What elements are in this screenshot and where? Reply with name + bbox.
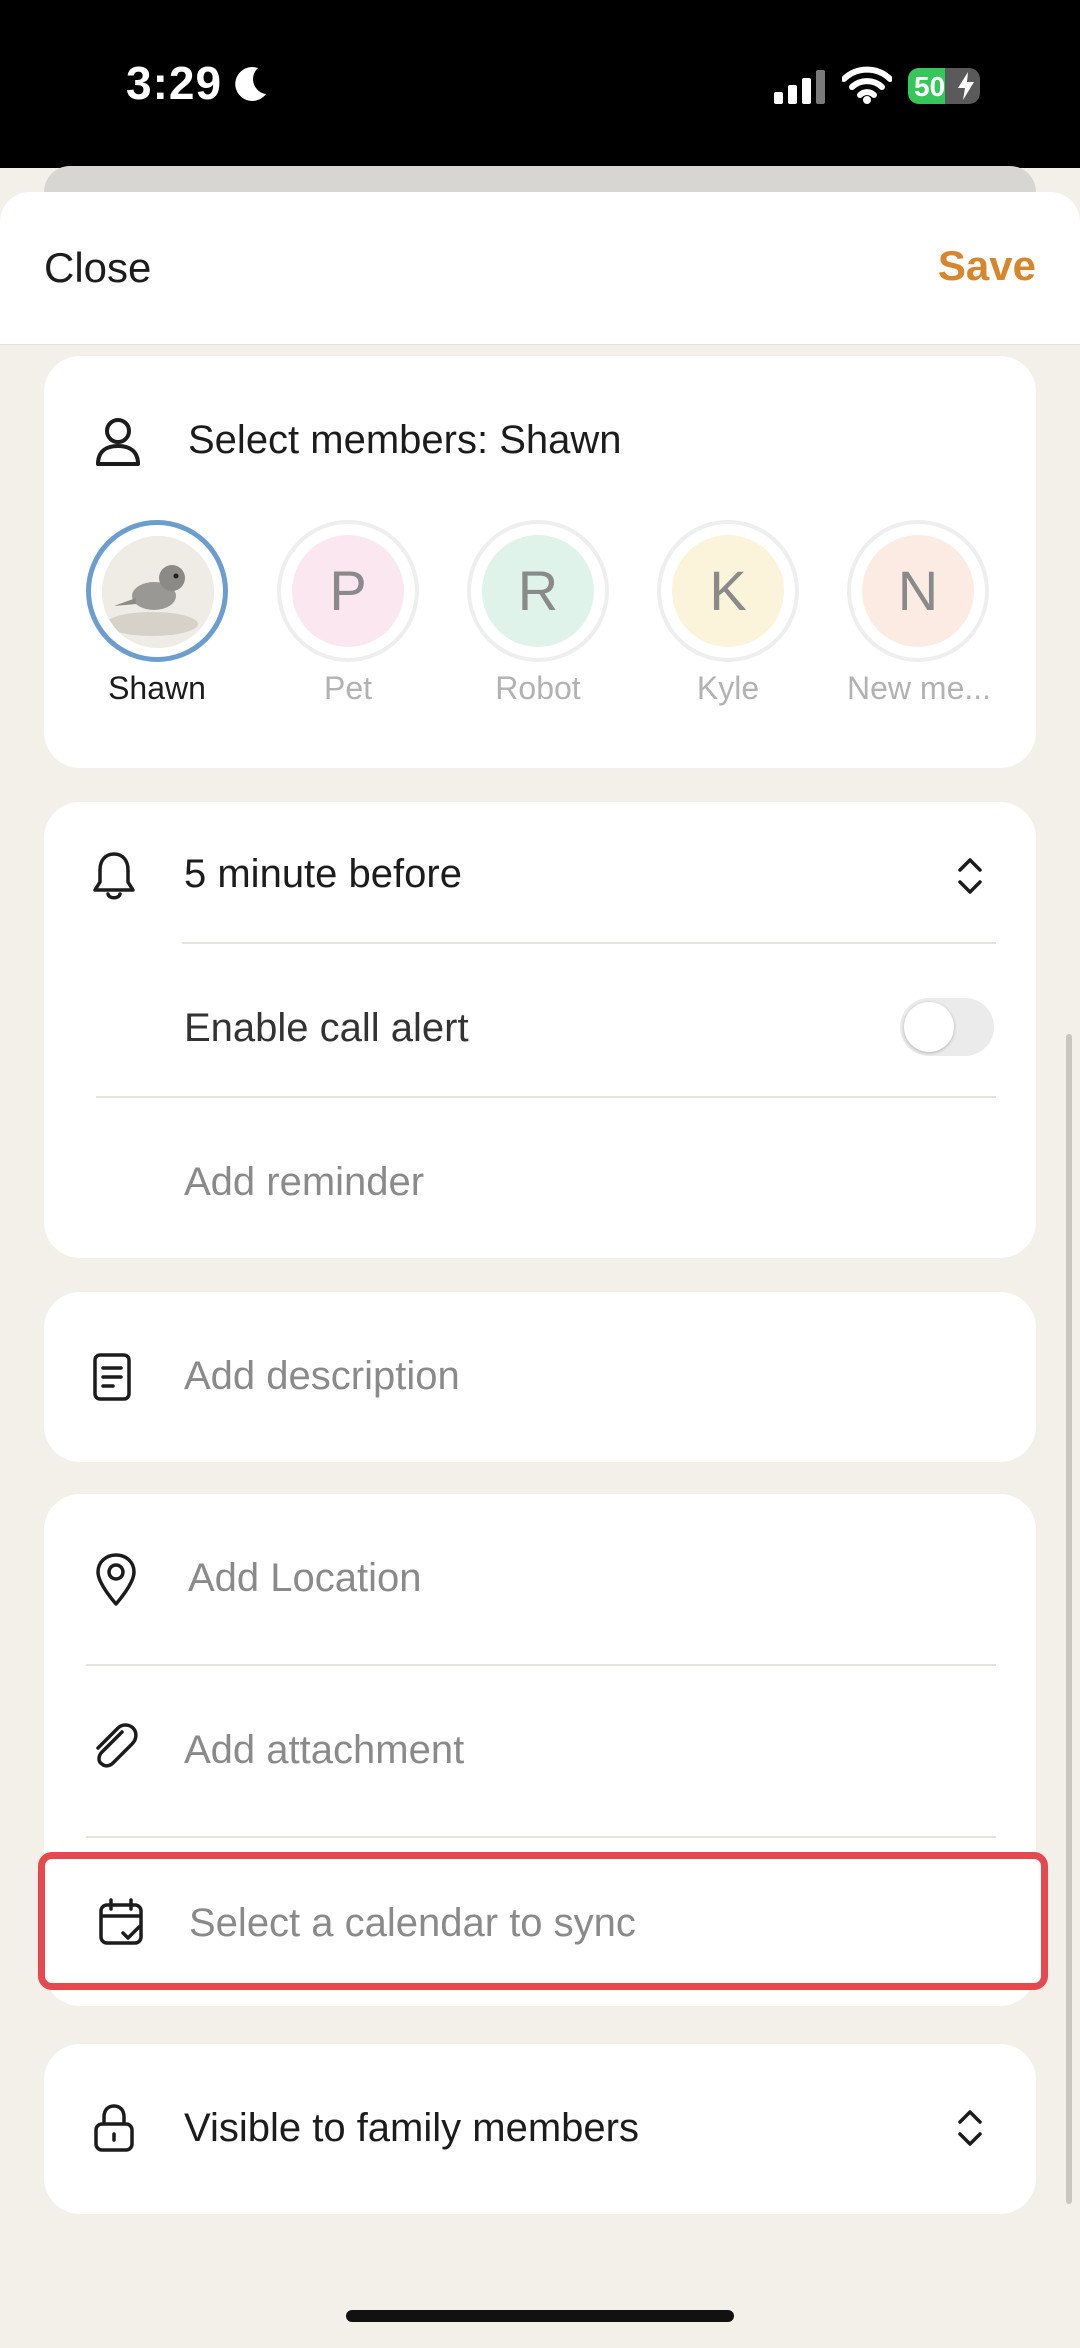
avatar [102, 536, 214, 648]
document-icon [93, 1353, 131, 1401]
location-pin-icon [96, 1553, 136, 1606]
close-button[interactable]: Close [44, 244, 151, 292]
attachment-button[interactable]: Add attachment [184, 1728, 464, 1773]
members-label[interactable]: Select members: Shawn [188, 418, 622, 463]
call-alert-label: Enable call alert [184, 1006, 469, 1050]
divider [86, 1664, 996, 1666]
member-kyle[interactable]: K Kyle [657, 520, 799, 707]
member-pet[interactable]: P Pet [277, 520, 419, 707]
visibility-value[interactable]: Visible to family members [184, 2106, 639, 2151]
calendar-check-icon [99, 1898, 143, 1945]
divider [96, 1096, 996, 1098]
lock-icon [94, 2104, 134, 2152]
battery-level: 50 [914, 71, 946, 102]
bell-icon [93, 852, 135, 900]
cellular-signal-icon [774, 70, 825, 104]
chevron-up-down-icon[interactable] [956, 2106, 984, 2150]
status-time: 3:29 [126, 57, 223, 109]
paperclip-icon [96, 1723, 138, 1768]
description-card: Add description [44, 1292, 1036, 1462]
add-reminder-button[interactable]: Add reminder [184, 1160, 424, 1205]
calendar-sync-row[interactable]: Select a calendar to sync [38, 1852, 1048, 1990]
member-robot[interactable]: R Robot [467, 520, 609, 707]
call-alert-toggle[interactable] [900, 998, 994, 1056]
moon-icon [235, 66, 266, 101]
person-icon [96, 418, 140, 466]
visibility-card: Visible to family members [44, 2044, 1036, 2214]
avatar-initial: R [482, 535, 594, 647]
members-card: Select members: Shawn Shawn P Pet R Robo… [44, 356, 1036, 768]
avatar-illustration [102, 536, 214, 648]
home-indicator[interactable] [346, 2310, 734, 2322]
divider [182, 942, 996, 944]
reminder-value[interactable]: 5 minute before [184, 852, 462, 897]
avatar-initial: P [292, 535, 404, 647]
wifi-icon [842, 66, 892, 104]
member-shawn[interactable]: Shawn [86, 520, 228, 707]
chevron-up-down-icon[interactable] [956, 854, 984, 898]
status-bar: 3:29 50 [0, 0, 1080, 168]
reminder-card: 5 minute before Enable call alert Add re… [44, 802, 1036, 1258]
event-editor-sheet: Close Save Select members: Shawn Shawn P… [0, 192, 1080, 2348]
avatar-initial: N [862, 535, 974, 647]
sheet-header: Close Save [0, 192, 1080, 345]
save-button[interactable]: Save [938, 242, 1036, 290]
battery-charging-icon: 50 [908, 68, 980, 104]
member-name: Kyle [696, 670, 760, 706]
member-name: Shawn [108, 670, 206, 706]
member-name: Robot [495, 670, 581, 706]
location-input[interactable]: Add Location [188, 1556, 422, 1601]
divider [86, 1836, 996, 1838]
calendar-sync-select[interactable]: Select a calendar to sync [189, 1901, 636, 1946]
description-input[interactable]: Add description [184, 1354, 460, 1399]
member-name: Pet [323, 670, 373, 706]
scrollbar[interactable] [1066, 1034, 1072, 2204]
avatar-initial: K [672, 535, 784, 647]
member-new[interactable]: N New me... [847, 520, 989, 707]
member-name: New me... [847, 670, 989, 706]
